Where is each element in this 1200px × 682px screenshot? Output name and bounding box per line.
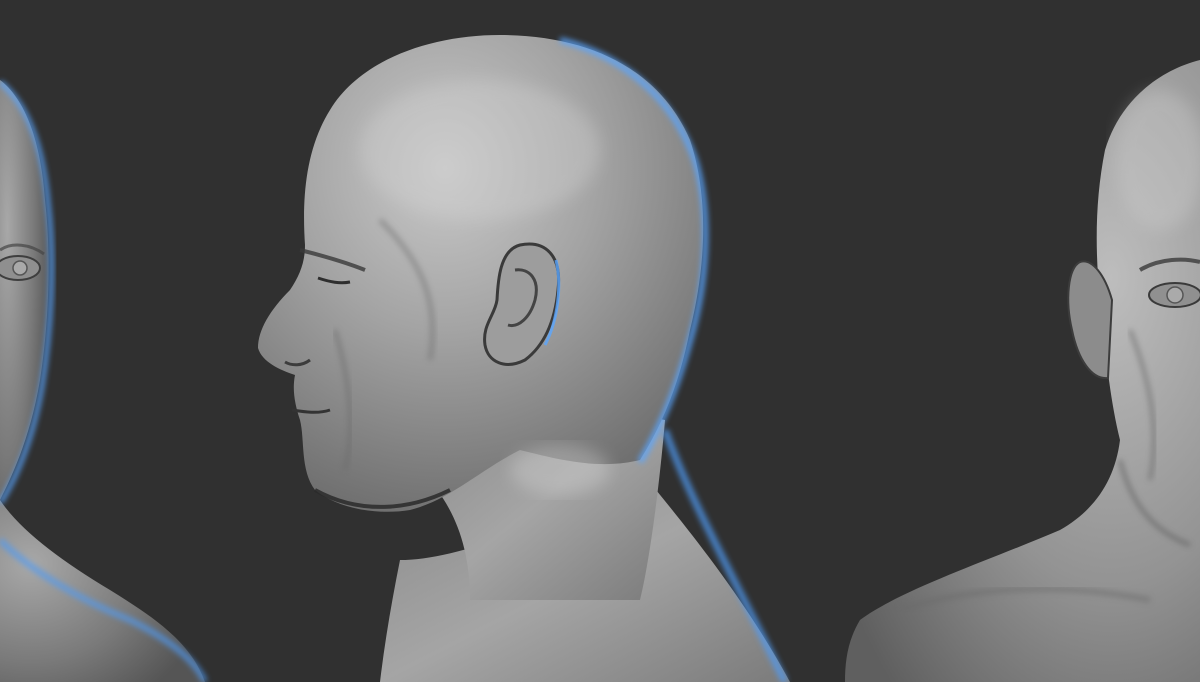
right-iris xyxy=(1166,286,1184,304)
sculpt-render xyxy=(0,0,1200,682)
skull-highlight xyxy=(360,80,600,220)
neck-highlight xyxy=(510,445,610,495)
left-iris xyxy=(12,260,28,276)
sculpt-viewport xyxy=(0,0,1200,682)
